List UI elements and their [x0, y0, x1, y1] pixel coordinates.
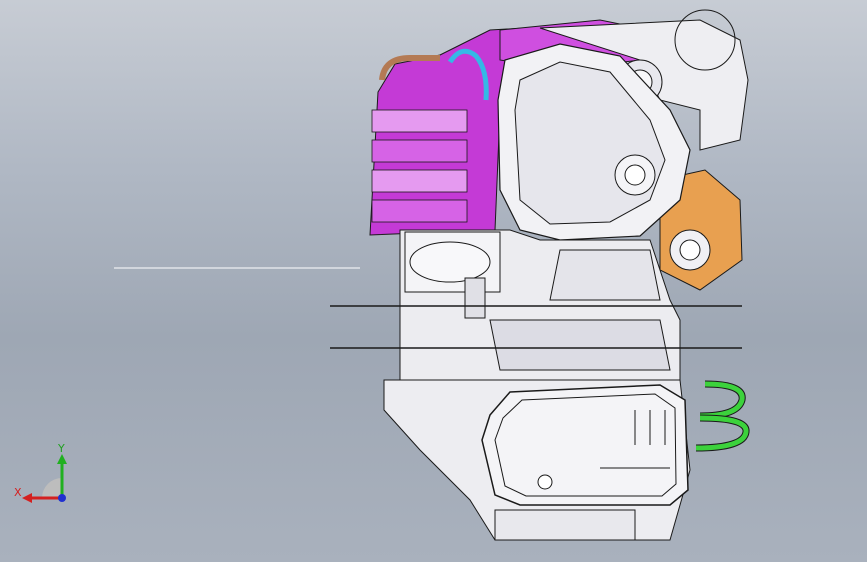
y-axis-label: Y [57, 442, 65, 455]
engine-model[interactable] [0, 0, 867, 562]
bottom-bracket [494, 509, 636, 541]
engine-block[interactable] [399, 229, 681, 381]
graphics-viewport[interactable]: Y X [0, 0, 867, 562]
x-axis-label: X [14, 486, 22, 499]
coordinate-triad[interactable]: Y X [12, 440, 78, 512]
oil-pan[interactable] [481, 384, 689, 506]
triad-base-quadrant [42, 478, 62, 498]
z-axis-dot [58, 494, 66, 502]
green-coolant-hose[interactable] [695, 380, 750, 452]
